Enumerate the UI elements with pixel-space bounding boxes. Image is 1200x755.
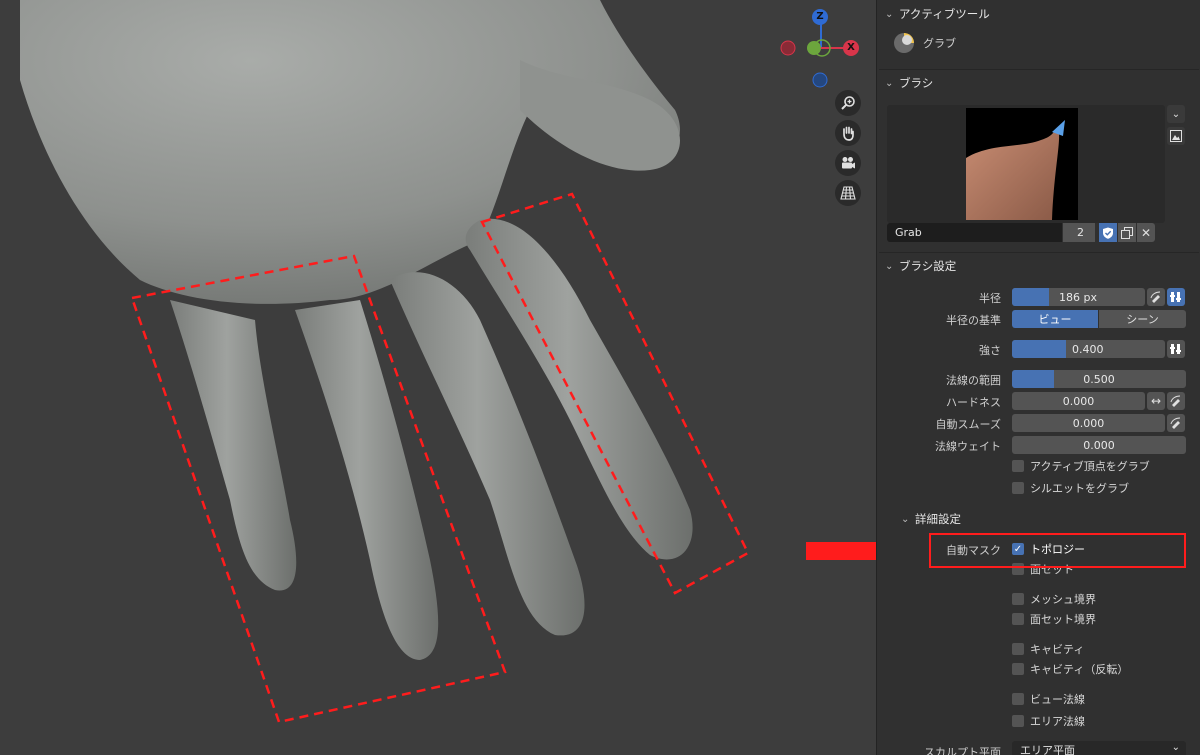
chevron-down-icon: ⌄	[885, 260, 894, 272]
camera-icon	[842, 157, 855, 169]
active-tool-header[interactable]: ⌄ アクティブツール	[877, 2, 1200, 26]
radius-slider[interactable]: 186 px	[1012, 288, 1145, 306]
strength-label: 強さ	[979, 344, 1001, 357]
radius-label: 半径	[979, 292, 1001, 305]
brush-thumbnail[interactable]	[966, 108, 1078, 220]
auto-smooth-pressure-button[interactable]	[1167, 414, 1185, 432]
active-tool-name: グラブ	[923, 37, 956, 50]
3d-viewport[interactable]: Z X	[0, 0, 876, 755]
normal-weight-slider[interactable]: 0.000	[1012, 436, 1186, 454]
chevron-down-icon: ⌄	[1171, 742, 1180, 753]
advanced-header[interactable]: ⌄ 詳細設定	[877, 507, 1200, 531]
brush-users-count[interactable]: 2	[1063, 223, 1095, 242]
unified-settings-icon	[1170, 292, 1181, 302]
image-icon	[1170, 130, 1182, 142]
normal-weight-label: 法線ウェイト	[935, 440, 1001, 453]
sculpt-plane-label: スカルプト平面	[924, 746, 1001, 755]
grab-active-vertex-checkbox[interactable]: アクティブ頂点をグラブ	[1012, 458, 1150, 474]
checkbox-box	[1012, 663, 1024, 675]
duplicate-brush-button[interactable]	[1118, 223, 1136, 242]
hardness-pressure-button[interactable]	[1167, 392, 1185, 410]
normal-radius-label: 法線の範囲	[946, 374, 1001, 387]
pan-button[interactable]	[835, 120, 861, 146]
unlink-brush-button[interactable]: ✕	[1137, 223, 1155, 242]
chevron-down-icon: ⌄	[885, 77, 894, 89]
checkbox-box	[1012, 613, 1024, 625]
chevron-down-icon: ⌄	[1171, 108, 1181, 120]
pen-pressure-icon	[1150, 291, 1161, 303]
brush-preview-area[interactable]	[887, 105, 1165, 223]
brush-header[interactable]: ⌄ ブラシ	[877, 71, 1200, 95]
shield-icon	[1103, 227, 1113, 239]
hand-icon	[843, 126, 854, 141]
annotation-highlight-box	[929, 533, 1186, 568]
checkbox-box	[1012, 482, 1024, 494]
checkbox-box	[1012, 460, 1024, 472]
auto-smooth-label: 自動スムーズ	[935, 418, 1001, 431]
radius-unit-scene-button[interactable]: シーン	[1099, 310, 1186, 328]
view-normal-checkbox[interactable]: ビュー法線	[1012, 691, 1085, 707]
cavity-checkbox[interactable]: キャビティ	[1012, 641, 1084, 657]
normal-radius-slider[interactable]: 0.500	[1012, 370, 1186, 388]
chevron-down-icon: ⌄	[901, 513, 910, 525]
radius-pressure-button[interactable]	[1147, 288, 1165, 306]
grab-silhouette-checkbox[interactable]: シルエットをグラブ	[1012, 480, 1129, 496]
fake-user-button[interactable]	[1099, 223, 1117, 242]
ortho-toggle-button[interactable]	[835, 180, 861, 206]
properties-panel[interactable]: ⌄ アクティブツール グラブ ⌄ ブラシ ⌄ Grab 2 ✕ ⌄ ブラシ設定 …	[876, 0, 1200, 755]
auto-smooth-slider[interactable]: 0.000	[1012, 414, 1165, 432]
unified-settings-icon	[1170, 344, 1181, 354]
close-icon: ✕	[1140, 225, 1152, 240]
gizmo-neg-x	[780, 40, 796, 56]
radius-unit-label: 半径の基準	[946, 314, 1001, 327]
active-tool-item[interactable]: グラブ	[893, 31, 956, 55]
pen-pressure-icon	[1170, 417, 1181, 429]
checkbox-box	[1012, 593, 1024, 605]
face-set-boundary-checkbox[interactable]: 面セット境界	[1012, 611, 1096, 627]
hardness-label: ハードネス	[946, 396, 1001, 409]
sculpt-plane-dropdown[interactable]: エリア平面 ⌄	[1012, 741, 1186, 755]
brush-settings-header[interactable]: ⌄ ブラシ設定	[877, 254, 1200, 278]
chevron-down-icon: ⌄	[885, 8, 894, 20]
camera-button[interactable]	[835, 150, 861, 176]
mesh-boundary-checkbox[interactable]: メッシュ境界	[1012, 591, 1096, 607]
checkbox-box	[1012, 643, 1024, 655]
radius-unit-view-button[interactable]: ビュー	[1012, 310, 1098, 328]
radius-unified-button[interactable]	[1167, 288, 1185, 306]
gizmo-z-label: Z	[816, 11, 824, 22]
duplicate-icon	[1121, 226, 1133, 239]
strength-unified-button[interactable]	[1167, 340, 1185, 358]
hardness-invert-button[interactable]: ↔	[1147, 392, 1165, 410]
cavity-inverted-checkbox[interactable]: キャビティ（反転）	[1012, 661, 1128, 677]
brush-browse-button[interactable]: ⌄	[1167, 105, 1185, 123]
grid-icon	[840, 186, 856, 200]
gizmo-x-label: X	[847, 42, 855, 53]
brush-image-button[interactable]	[1167, 127, 1185, 145]
brush-name-field[interactable]: Grab	[887, 223, 1062, 242]
zoom-icon	[841, 96, 855, 110]
hand-mesh	[20, 0, 750, 724]
pen-pressure-icon	[1170, 395, 1181, 407]
left-right-arrow-icon: ↔	[1150, 394, 1162, 408]
checkbox-box	[1012, 693, 1024, 705]
strength-slider[interactable]: 0.400	[1012, 340, 1165, 358]
zoom-button[interactable]	[835, 90, 861, 116]
checkbox-box	[1012, 715, 1024, 727]
grab-tool-icon	[894, 33, 914, 53]
area-normal-checkbox[interactable]: エリア法線	[1012, 713, 1085, 729]
gizmo-neg-z	[812, 72, 828, 88]
hardness-slider[interactable]: 0.000	[1012, 392, 1145, 410]
